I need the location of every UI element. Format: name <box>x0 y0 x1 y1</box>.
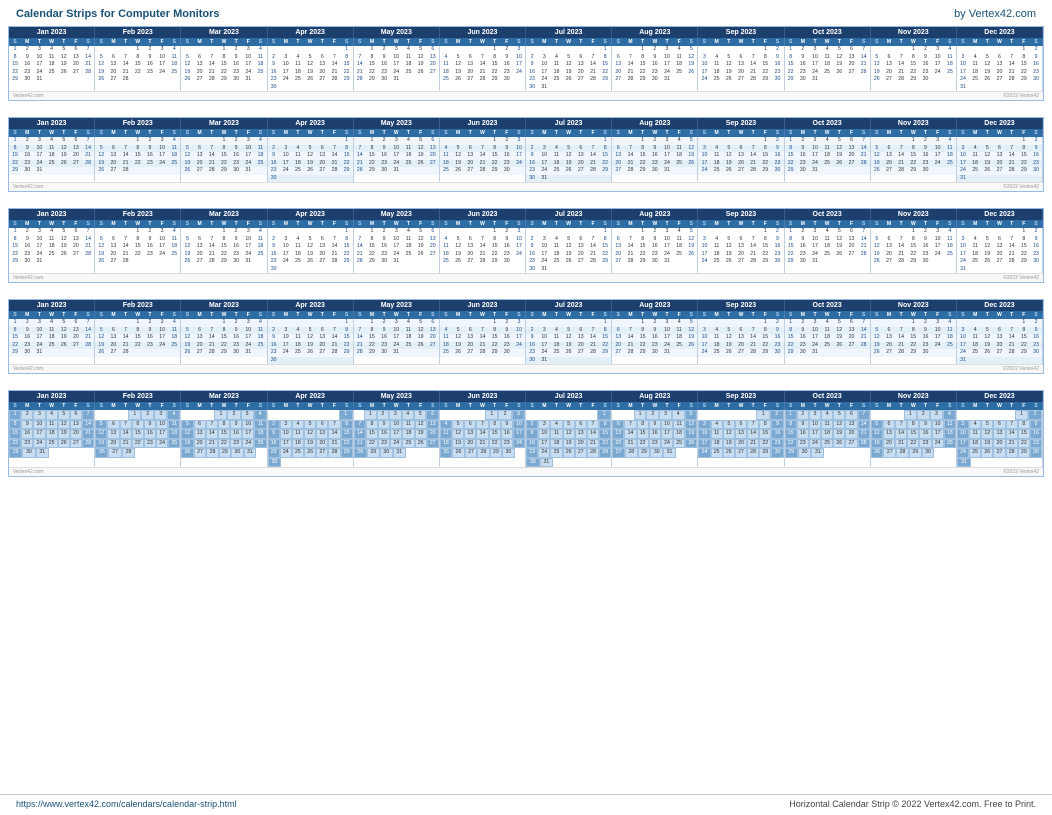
footer-url: https://www.vertex42.com/calendars/calen… <box>16 799 237 809</box>
page-credit: by Vertex42.com <box>954 8 1036 20</box>
calendar-strip-4: Jan 2023Feb 2023Mar 2023Apr 2023May 2023… <box>0 297 1052 386</box>
calendar-strip-5: Jan 2023Feb 2023Mar 2023Apr 2023May 2023… <box>0 388 1052 489</box>
calendar-strip-2: Jan 2023Feb 2023Mar 2023Apr 2023May 2023… <box>0 115 1052 204</box>
page-header: Calendar Strips for Computer Monitors by… <box>0 0 1052 24</box>
page-footer: https://www.vertex42.com/calendars/calen… <box>0 794 1052 809</box>
calendar-strip-3: Jan 2023Feb 2023Mar 2023Apr 2023May 2023… <box>0 206 1052 295</box>
calendar-strip-1: Jan 2023Feb 2023Mar 2023Apr 2023May 2023… <box>0 24 1052 113</box>
page-title: Calendar Strips for Computer Monitors <box>16 8 220 20</box>
footer-copyright: Horizontal Calendar Strip © 2022 Vertex4… <box>789 799 1036 809</box>
